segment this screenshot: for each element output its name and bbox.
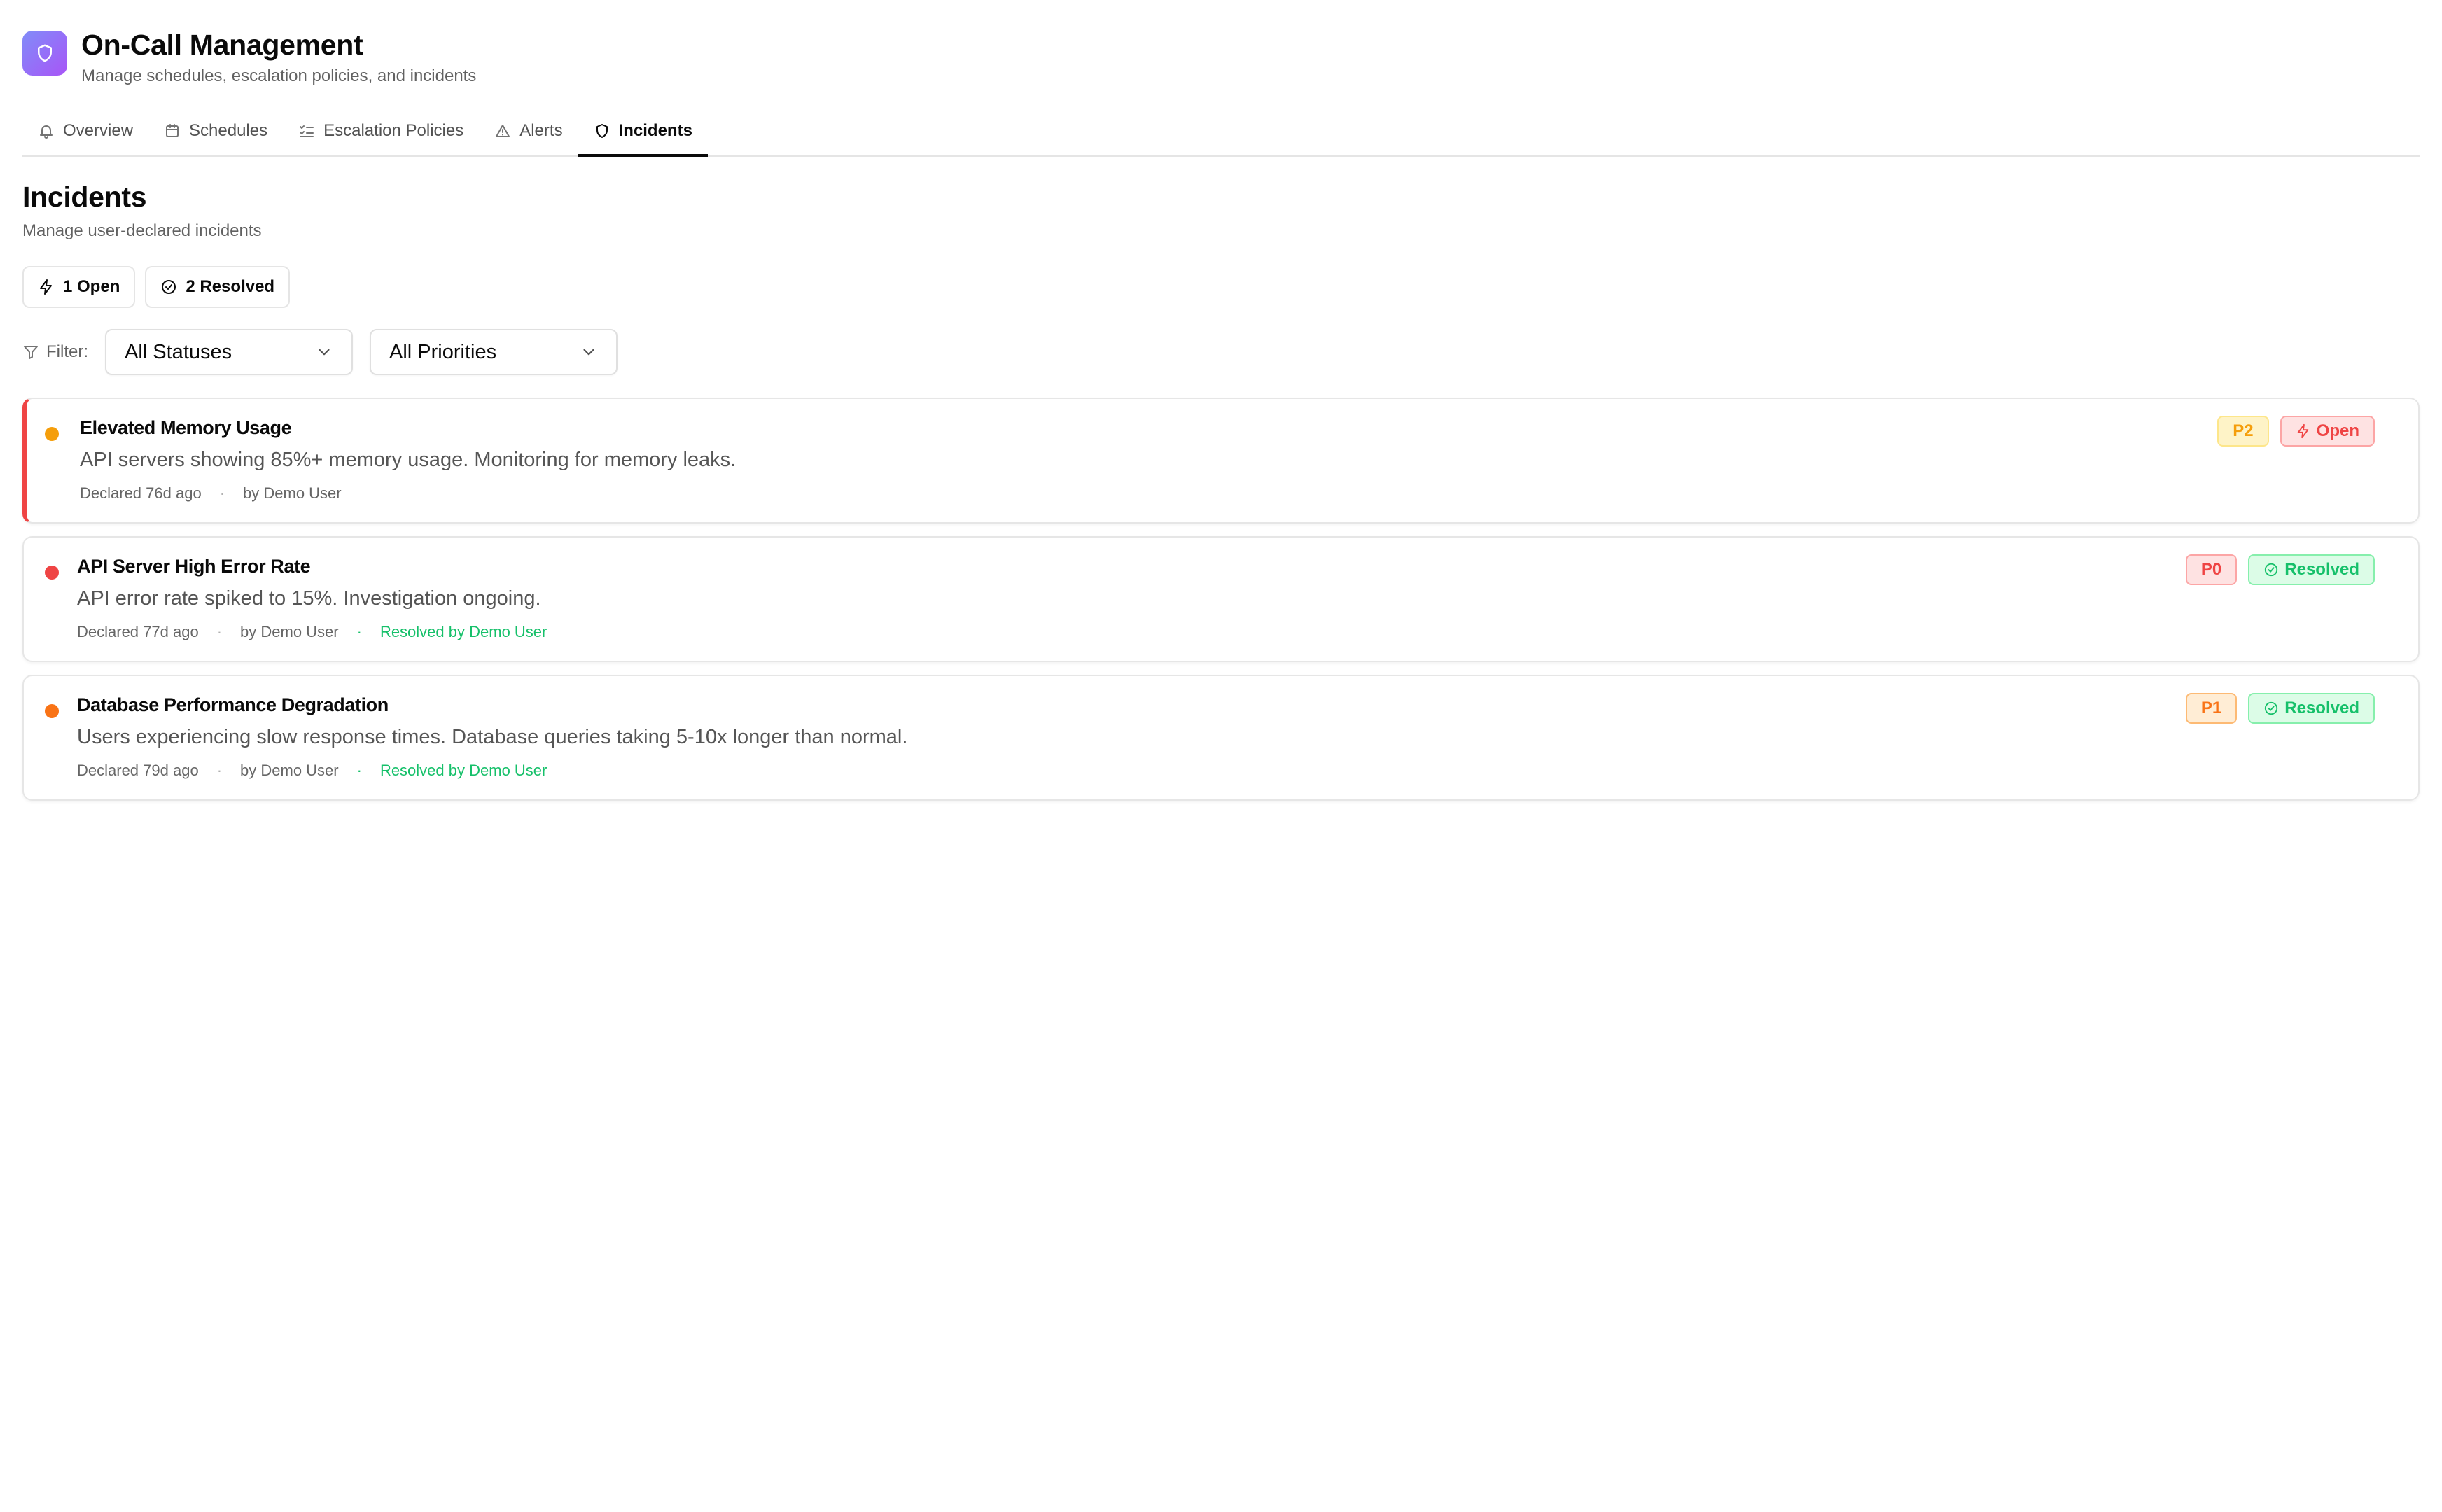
- incident-badges: P1 Resolved: [2185, 693, 2375, 724]
- incident-list: Elevated Memory Usage API servers showin…: [22, 398, 2420, 801]
- tab-incidents[interactable]: Incidents: [578, 106, 709, 157]
- priority-badge: P1: [2185, 693, 2238, 724]
- resolved-by: Resolved by Demo User: [379, 762, 547, 779]
- declared-by: by Demo User: [243, 484, 342, 502]
- priority-label: P0: [2200, 560, 2222, 579]
- bell-icon: [40, 125, 53, 139]
- incident-card[interactable]: Database Performance Degradation Users e…: [22, 675, 2420, 801]
- status-badge: Resolved: [2248, 554, 2375, 585]
- incident-description: API error rate spiked to 15%. Investigat…: [77, 587, 541, 610]
- status-badge: Resolved: [2248, 693, 2375, 724]
- declared-time: Declared 79d ago: [77, 762, 199, 779]
- declared-time: Declared 76d ago: [80, 484, 202, 502]
- warning-triangle-icon: [496, 125, 510, 137]
- filter-icon: [24, 346, 38, 359]
- resolved-by: Resolved by Demo User: [379, 623, 547, 640]
- resolved-count-button[interactable]: 2 Resolved: [145, 266, 291, 308]
- priority-dot: [45, 704, 59, 718]
- filter-bar: Filter: All Statuses All Priorities: [22, 329, 618, 375]
- incident-counts: 1 Open 2 Resolved: [22, 266, 291, 308]
- incident-description: Users experiencing slow response times. …: [77, 726, 908, 748]
- tab-schedules[interactable]: Schedules: [148, 106, 283, 155]
- page-title: Incidents: [22, 181, 147, 213]
- tab-label: Overview: [63, 121, 134, 140]
- open-count-label: 1 Open: [63, 277, 120, 296]
- incident-title: Elevated Memory Usage: [80, 417, 292, 438]
- app-title: On-Call Management: [81, 29, 363, 61]
- resolved-count-label: 2 Resolved: [186, 277, 275, 296]
- incident-title: API Server High Error Rate: [77, 556, 311, 577]
- meta-separator: ·: [216, 762, 223, 779]
- lightning-icon: [40, 279, 52, 295]
- priority-filter-select[interactable]: All Priorities: [370, 329, 618, 375]
- shield-icon: [22, 31, 67, 76]
- incident-card[interactable]: API Server High Error Rate API error rat…: [22, 536, 2420, 662]
- priority-label: P1: [2200, 699, 2222, 718]
- status-filter-select[interactable]: All Statuses: [105, 329, 353, 375]
- page: On-Call Management Manage schedules, esc…: [0, 0, 2442, 1512]
- tab-label: Incidents: [618, 121, 692, 140]
- filter-label-text: Filter:: [46, 342, 88, 361]
- incident-meta: Declared 76d ago · by Demo User: [80, 484, 2375, 503]
- tab-label: Alerts: [519, 121, 563, 140]
- priority-dot: [45, 566, 59, 580]
- status-label: Resolved: [2284, 560, 2359, 579]
- open-count-button[interactable]: 1 Open: [22, 266, 136, 308]
- meta-separator: ·: [356, 623, 362, 640]
- lightning-icon: [2297, 424, 2308, 439]
- declared-by: by Demo User: [240, 623, 339, 640]
- incident-title: Database Performance Degradation: [77, 694, 389, 715]
- tab-label: Escalation Policies: [323, 121, 464, 140]
- incident-meta: Declared 79d ago · by Demo User · Resolv…: [77, 762, 2375, 780]
- chevron-down-icon: [319, 349, 330, 356]
- check-circle-icon: [2265, 563, 2278, 577]
- priority-label: P2: [2233, 421, 2254, 440]
- incident-card[interactable]: Elevated Memory Usage API servers showin…: [22, 398, 2420, 524]
- app-header: On-Call Management Manage schedules, esc…: [22, 28, 476, 86]
- status-filter-value: All Statuses: [125, 340, 232, 363]
- priority-badge: P2: [2217, 416, 2269, 447]
- meta-separator: ·: [216, 623, 223, 640]
- incident-description: API servers showing 85%+ memory usage. M…: [80, 449, 737, 471]
- chevron-down-icon: [583, 349, 594, 356]
- page-subtitle: Manage user-declared incidents: [22, 221, 262, 240]
- declared-by: by Demo User: [240, 762, 339, 779]
- tab-label: Schedules: [189, 121, 268, 140]
- priority-filter-value: All Priorities: [389, 340, 497, 363]
- filter-label: Filter:: [22, 342, 88, 362]
- status-badge: Open: [2280, 416, 2375, 447]
- declared-time: Declared 77d ago: [77, 623, 199, 640]
- list-checks-icon: [300, 125, 314, 137]
- tab-alerts[interactable]: Alerts: [479, 106, 578, 155]
- check-circle-icon: [162, 280, 176, 294]
- tab-bar: Overview Schedules Escalation Policies A…: [22, 106, 2420, 157]
- incident-badges: P2 Open: [2217, 416, 2375, 447]
- app-subtitle: Manage schedules, escalation policies, a…: [81, 66, 477, 86]
- incident-meta: Declared 77d ago · by Demo User · Resolv…: [77, 623, 2375, 641]
- tab-escalation-policies[interactable]: Escalation Policies: [283, 106, 479, 155]
- shield-icon: [596, 124, 608, 138]
- status-label: Open: [2316, 421, 2359, 440]
- meta-separator: ·: [356, 762, 362, 779]
- check-circle-icon: [2265, 701, 2278, 715]
- status-label: Resolved: [2284, 699, 2359, 718]
- priority-badge: P0: [2185, 554, 2238, 585]
- incident-badges: P0 Resolved: [2185, 554, 2375, 585]
- priority-dot: [45, 427, 59, 441]
- meta-separator: ·: [219, 484, 225, 502]
- calendar-icon: [166, 124, 179, 137]
- tab-overview[interactable]: Overview: [22, 106, 148, 155]
